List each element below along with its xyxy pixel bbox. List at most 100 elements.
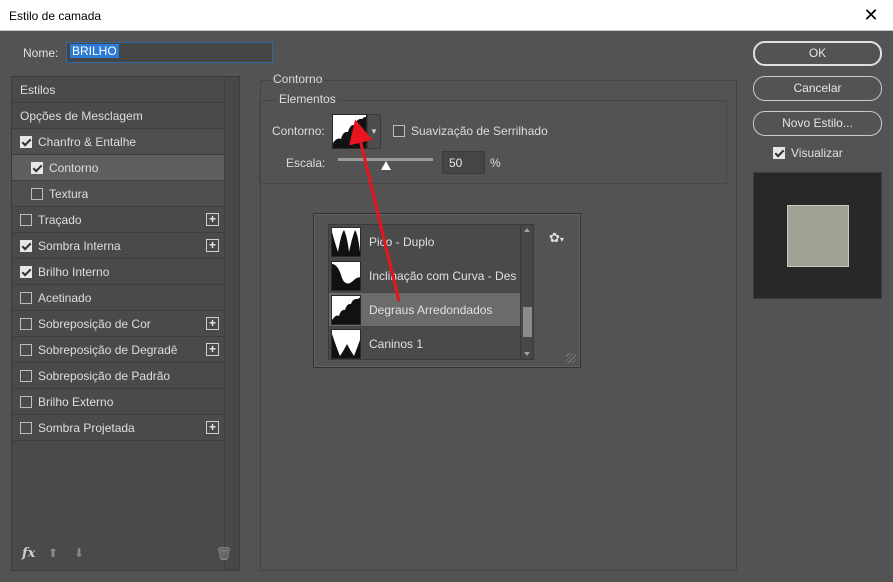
add-style-plus-icon[interactable]: + — [206, 239, 219, 252]
style-checkbox[interactable] — [20, 291, 32, 304]
slope-curve-contour-icon — [331, 260, 361, 291]
styles-list-item[interactable]: Contorno — [12, 155, 224, 181]
resize-grip-icon[interactable] — [566, 353, 576, 363]
contour-item-label: Degraus Arredondados — [369, 302, 493, 317]
styles-list-item[interactable]: Sobreposição de Cor + — [12, 311, 224, 337]
style-label: Sombra Projetada — [38, 420, 135, 435]
styles-list-item[interactable]: Brilho Interno — [12, 259, 224, 285]
style-label: Opções de Mesclagem — [20, 108, 143, 123]
canines-contour-icon — [331, 328, 361, 359]
styles-list-item[interactable]: Sobreposição de Padrão — [12, 363, 224, 389]
style-label: Sombra Interna — [38, 238, 121, 253]
style-label: Sobreposição de Padrão — [38, 368, 171, 383]
elementos-group — [259, 100, 727, 184]
contour-item-label: Pico - Duplo — [369, 234, 435, 249]
preview-toggle[interactable]: Visualizar — [773, 146, 843, 160]
style-label: Brilho Externo — [38, 394, 114, 409]
cancel-button[interactable]: Cancelar — [753, 76, 882, 101]
contour-item[interactable]: Caninos 1 — [329, 327, 533, 359]
styles-list-item[interactable]: Brilho Externo — [12, 389, 224, 415]
scale-unit: % — [490, 156, 501, 170]
styles-list-item[interactable]: Estilos — [12, 77, 224, 103]
name-label: Nome: — [23, 46, 59, 60]
title-bar: Estilo de camada ✕ — [0, 0, 893, 31]
contour-label: Contorno: — [272, 124, 325, 138]
contour-picker-scrollbar[interactable] — [520, 224, 534, 360]
styles-scrollbar[interactable] — [224, 77, 239, 570]
contour-item-label: Inclinação com Curva - Des — [369, 268, 517, 283]
contorno-group-title: Contorno — [271, 72, 325, 86]
styles-list-item[interactable]: Traçado + — [12, 207, 224, 233]
style-checkbox[interactable] — [20, 421, 32, 434]
contour-item[interactable]: Degraus Arredondados — [329, 293, 533, 327]
fx-icon[interactable]: fx — [22, 546, 35, 561]
close-icon[interactable]: ✕ — [861, 5, 881, 25]
layer-style-dialog: Nome: BRILHO Estilos Opções de Mesclagem C… — [0, 31, 893, 582]
rounded-steps-contour-icon — [331, 294, 361, 325]
name-value: BRILHO — [70, 44, 119, 58]
style-checkbox[interactable] — [31, 187, 43, 200]
add-style-plus-icon[interactable]: + — [206, 213, 219, 226]
double-peak-contour-icon — [331, 226, 361, 257]
contour-thumbnail[interactable] — [332, 114, 367, 149]
move-up-icon[interactable]: ⬆ — [48, 546, 58, 560]
styles-list-item[interactable]: Sobreposição de Degradê + — [12, 337, 224, 363]
rounded-steps-contour-icon — [333, 116, 366, 148]
styles-list-item[interactable]: Opções de Mesclagem — [12, 103, 224, 129]
style-checkbox[interactable] — [20, 317, 32, 330]
style-label: Textura — [49, 186, 89, 201]
styles-list-item[interactable]: Sombra Projetada + — [12, 415, 224, 441]
smooth-antialias[interactable]: Suavização de Serrilhado — [393, 124, 548, 138]
scroll-down-icon[interactable] — [524, 352, 530, 356]
style-checkbox[interactable] — [20, 395, 32, 408]
contour-dropdown-chevron-icon[interactable]: ▼ — [367, 114, 381, 149]
style-checkbox[interactable] — [20, 213, 32, 226]
style-label: Chanfro & Entalhe — [38, 134, 137, 149]
add-style-plus-icon[interactable]: + — [206, 343, 219, 356]
new-style-button[interactable]: Novo Estilo... — [753, 111, 882, 136]
style-label: Sobreposição de Degradê — [38, 342, 178, 357]
name-input[interactable]: BRILHO — [66, 42, 273, 63]
style-checkbox[interactable] — [20, 369, 32, 382]
smooth-label: Suavização de Serrilhado — [411, 124, 548, 138]
style-checkbox[interactable] — [20, 239, 32, 252]
elementos-group-title: Elementos — [277, 92, 338, 106]
contour-picker-list: Pico - Duplo Inclinação com Curva - Des De… — [328, 224, 534, 360]
style-checkbox[interactable] — [20, 265, 32, 278]
style-label: Acetinado — [38, 290, 92, 305]
style-label: Brilho Interno — [38, 264, 110, 279]
styles-footer: fx ⬆ ⬇ 🗑 — [20, 546, 234, 562]
contour-item[interactable]: Inclinação com Curva - Des — [329, 259, 533, 293]
scale-slider-handle[interactable] — [380, 161, 391, 170]
style-checkbox[interactable] — [20, 343, 32, 356]
add-style-plus-icon[interactable]: + — [206, 317, 219, 330]
preview-swatch — [787, 205, 849, 267]
preview-checkbox[interactable] — [773, 147, 785, 159]
scroll-up-icon[interactable] — [524, 228, 530, 232]
add-style-plus-icon[interactable]: + — [206, 421, 219, 434]
trash-icon[interactable]: 🗑 — [215, 546, 232, 562]
style-label: Sobreposição de Cor — [38, 316, 151, 331]
style-label: Estilos — [20, 82, 56, 97]
move-down-icon[interactable]: ⬇ — [74, 546, 84, 560]
style-checkbox[interactable] — [20, 135, 32, 148]
ok-button[interactable]: OK — [753, 41, 882, 66]
style-label: Contorno — [49, 160, 99, 175]
window-title: Estilo de camada — [9, 9, 102, 23]
styles-list: Estilos Opções de Mesclagem Chanfro & Enta… — [12, 77, 224, 441]
scroll-thumb[interactable] — [523, 307, 532, 337]
gear-icon[interactable]: ✿▾ — [549, 230, 564, 246]
styles-panel: Estilos Opções de Mesclagem Chanfro & Enta… — [11, 76, 240, 571]
styles-list-item[interactable]: Sombra Interna + — [12, 233, 224, 259]
scale-input[interactable]: 50 — [442, 151, 485, 174]
style-label: Traçado — [38, 212, 82, 227]
style-checkbox[interactable] — [31, 161, 43, 174]
preview-label: Visualizar — [791, 146, 843, 160]
contour-item[interactable]: Pico - Duplo — [329, 225, 533, 259]
styles-list-item[interactable]: Acetinado — [12, 285, 224, 311]
style-preview — [753, 172, 882, 299]
scale-label: Escala: — [286, 156, 326, 170]
styles-list-item[interactable]: Chanfro & Entalhe — [12, 129, 224, 155]
smooth-checkbox[interactable] — [393, 125, 405, 137]
styles-list-item[interactable]: Textura — [12, 181, 224, 207]
